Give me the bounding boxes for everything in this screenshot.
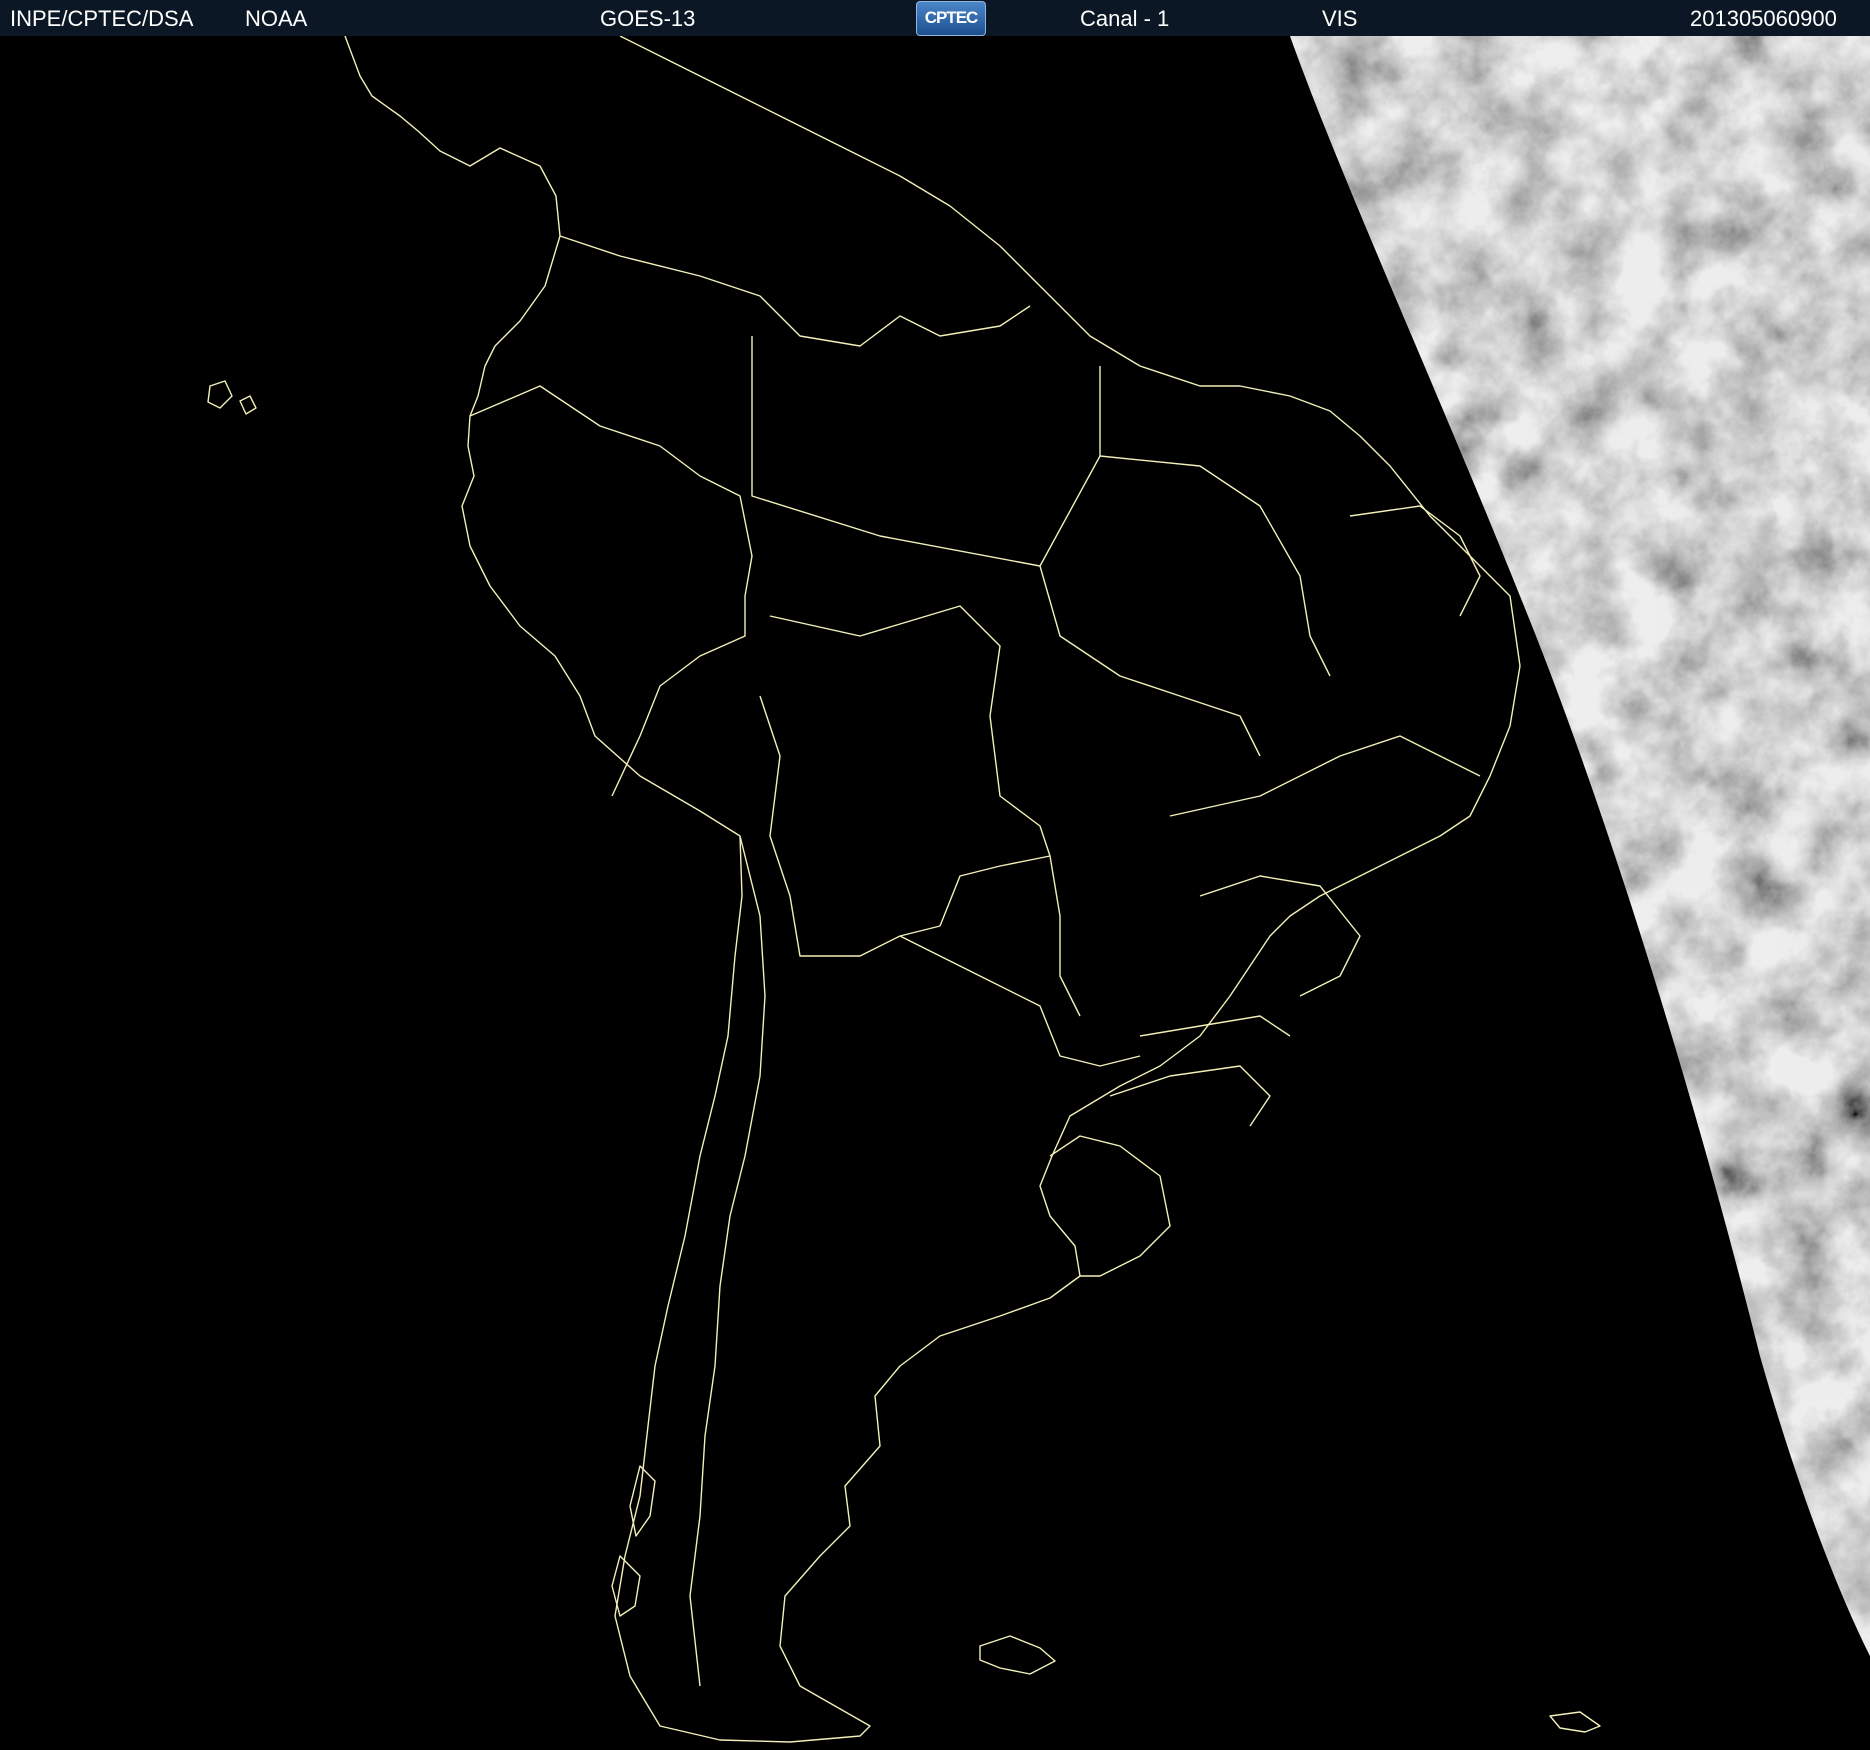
band-label: VIS (1322, 6, 1358, 31)
timestamp-label: 201305060900 (1690, 6, 1837, 31)
satellite-label: GOES-13 (600, 6, 696, 31)
cptec-logo: CPTEC (916, 1, 986, 36)
image-header-bar: INPE/CPTEC/DSA NOAA GOES-13 CPTEC Canal … (0, 0, 1870, 36)
logo-text: CPTEC (924, 8, 979, 27)
agency-label: NOAA (245, 6, 308, 31)
channel-label: Canal - 1 (1080, 6, 1170, 31)
satellite-image-map (0, 36, 1870, 1750)
institution-label: INPE/CPTEC/DSA (10, 6, 194, 31)
